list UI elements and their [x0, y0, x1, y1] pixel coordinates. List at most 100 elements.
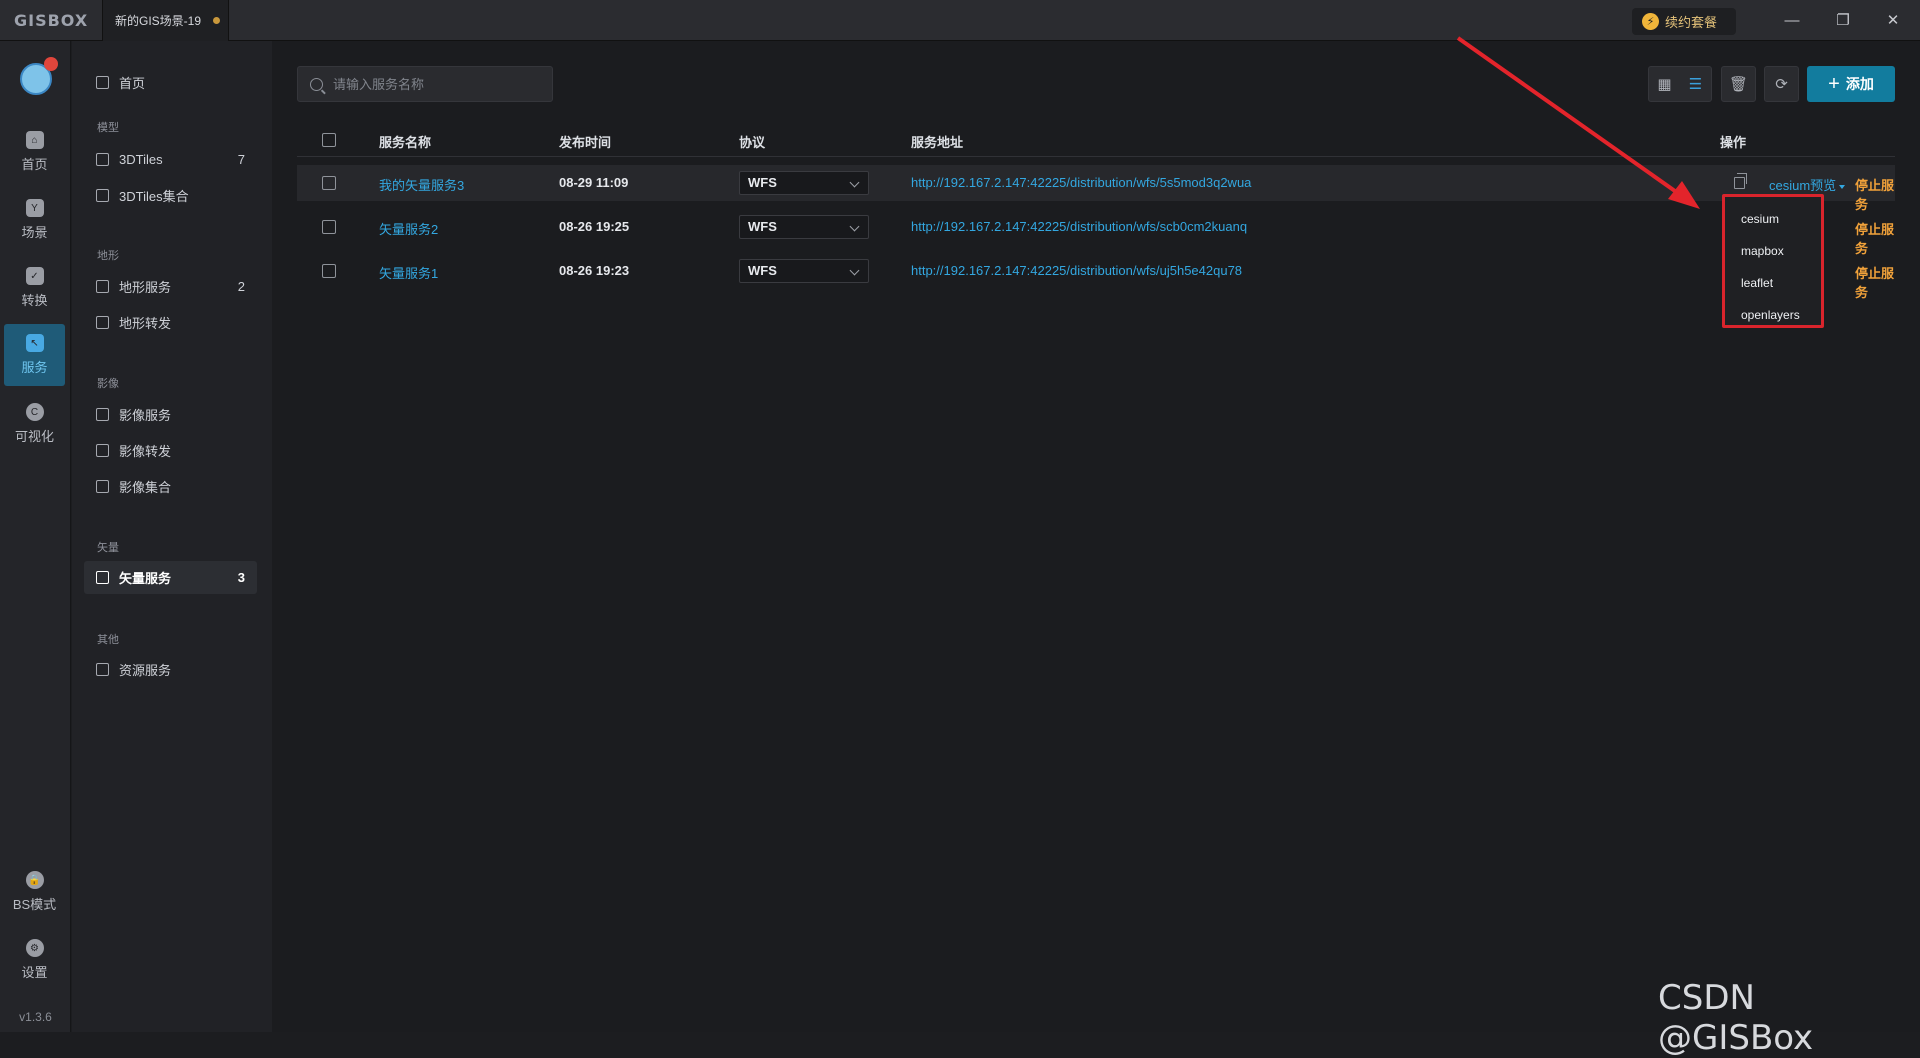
group-model: 模型	[97, 122, 119, 134]
caret-down-icon	[1839, 184, 1846, 189]
stop-service-button[interactable]: 停止服务	[1855, 219, 1895, 257]
sidebar-item-terrain-service[interactable]: 地形服务 2	[84, 270, 257, 303]
table-header: 服务名称 发布时间 协议 服务地址 操作	[297, 123, 1895, 157]
rail-item-bs-mode[interactable]: 🔒 BS模式	[4, 861, 65, 923]
sidebar-item-3dtiles-set[interactable]: 3DTiles集合	[84, 179, 257, 212]
protocol-select[interactable]: WFS	[739, 215, 869, 239]
header-time: 发布时间	[559, 135, 612, 150]
renew-button[interactable]: ⚡ 续约套餐	[1632, 8, 1736, 35]
terrain-forward-icon	[96, 316, 109, 329]
sidebar-item-resource-service[interactable]: 资源服务	[84, 653, 257, 686]
row-checkbox[interactable]	[322, 220, 336, 234]
gear-icon: ⚙	[25, 939, 44, 957]
service-name-link[interactable]: 矢量服务2	[379, 219, 438, 238]
sidebar-item-label: 影像转发	[119, 444, 172, 459]
main-panel: ▦ ☰ 🗑 ⟳ + 添加 服务名称 发布时间 协议 服务地址 操作 我的矢量服务…	[272, 41, 1920, 1032]
renew-label: 续约套餐	[1665, 15, 1718, 30]
table-row: 矢量服务2 08-26 19:25 WFS http://192.167.2.1…	[297, 209, 1895, 256]
service-url-link[interactable]: http://192.167.2.147:42225/distribution/…	[911, 263, 1242, 278]
publish-time: 08-26 19:23	[559, 263, 630, 278]
stop-service-button[interactable]: 停止服务	[1855, 175, 1895, 213]
avatar[interactable]	[20, 57, 58, 95]
bolt-icon: ⚡	[1642, 13, 1659, 30]
menu-item-cesium[interactable]: cesium	[1725, 203, 1821, 235]
version-label: v1.3.6	[19, 1010, 52, 1024]
trash-icon[interactable]: 🗑	[1722, 67, 1755, 101]
service-name-link[interactable]: 矢量服务1	[379, 263, 438, 282]
copy-icon[interactable]	[1734, 173, 1747, 189]
refresh-icon[interactable]: ⟳	[1765, 67, 1798, 101]
preview-label: cesium预览	[1769, 178, 1837, 193]
title-bar: GISBOX 新的GIS场景-19 ⚡ 续约套餐 — ❐ ✕	[0, 0, 1920, 41]
protocol-select[interactable]: WFS	[739, 171, 869, 195]
header-url: 服务地址	[911, 135, 964, 150]
scene-tab[interactable]: 新的GIS场景-19	[102, 0, 229, 41]
rail-label: BS模式	[12, 897, 57, 912]
sidebar-item-label: 3DTiles	[119, 152, 163, 167]
list-view-icon[interactable]: ☰	[1680, 67, 1711, 101]
terrain-icon	[96, 280, 109, 293]
scene-icon: Y	[25, 199, 44, 217]
protocol-select[interactable]: WFS	[739, 259, 869, 283]
rail-label: 设置	[21, 965, 48, 980]
app-logo: GISBOX	[14, 11, 89, 30]
sidebar-item-label: 矢量服务	[119, 571, 172, 586]
rail-item-visualize[interactable]: C 可视化	[4, 393, 65, 455]
home-icon	[96, 76, 109, 89]
scene-tab-label: 新的GIS场景-19	[115, 14, 202, 28]
add-label: 添加	[1845, 76, 1874, 92]
sidebar-item-vector-service[interactable]: 矢量服务 3	[84, 561, 257, 594]
vector-icon	[96, 571, 109, 584]
rail-label: 服务	[21, 360, 48, 375]
sidebar-item-label: 地形转发	[119, 316, 172, 331]
service-name-link[interactable]: 我的矢量服务3	[379, 175, 464, 194]
rail-item-scene[interactable]: Y 场景	[4, 189, 65, 251]
table-row: 矢量服务1 08-26 19:23 WFS http://192.167.2.1…	[297, 253, 1895, 300]
select-all-checkbox[interactable]	[322, 133, 336, 147]
sidebar-item-label: 地形服务	[119, 280, 172, 295]
count-badge: 2	[237, 279, 245, 294]
rail-label: 首页	[21, 157, 48, 172]
menu-item-openlayers[interactable]: openlayers	[1725, 299, 1821, 331]
sidebar-item-label: 3DTiles集合	[119, 189, 189, 204]
chevron-down-icon	[849, 177, 860, 188]
search-icon	[310, 77, 323, 91]
imagery-forward-icon	[96, 444, 109, 457]
lock-icon: 🔒	[25, 871, 44, 889]
header-ops: 操作	[1720, 135, 1747, 150]
rail-item-service[interactable]: ↖ 服务	[4, 324, 65, 386]
rail-item-home[interactable]: ⌂ 首页	[4, 121, 65, 183]
sidebar-item-imagery-forward[interactable]: 影像转发	[84, 434, 257, 467]
search-input[interactable]	[333, 76, 543, 92]
rail-label: 转换	[21, 293, 48, 308]
menu-item-leaflet[interactable]: leaflet	[1725, 267, 1821, 299]
search-box[interactable]	[297, 66, 553, 102]
count-badge: 3	[237, 570, 245, 585]
refresh-group: ⟳	[1764, 66, 1799, 102]
watermark: CSDN @GISBox	[1658, 978, 1814, 1058]
close-icon[interactable]: ✕	[1880, 8, 1906, 32]
sidebar-item-terrain-forward[interactable]: 地形转发	[84, 306, 257, 339]
rail-item-settings[interactable]: ⚙ 设置	[4, 929, 65, 991]
rail-item-convert[interactable]: ✓ 转换	[4, 257, 65, 319]
sidebar-item-imagery-set[interactable]: 影像集合	[84, 470, 257, 503]
tiles-icon	[96, 153, 109, 166]
service-url-link[interactable]: http://192.167.2.147:42225/distribution/…	[911, 175, 1251, 190]
add-button[interactable]: + 添加	[1807, 66, 1895, 102]
row-checkbox[interactable]	[322, 264, 336, 278]
protocol-value: WFS	[748, 219, 777, 234]
service-url-link[interactable]: http://192.167.2.147:42225/distribution/…	[911, 219, 1247, 234]
preview-dropdown[interactable]: cesium预览	[1769, 175, 1846, 194]
sidebar-item-3dtiles[interactable]: 3DTiles 7	[84, 143, 257, 176]
grid-view-icon[interactable]: ▦	[1649, 67, 1680, 101]
left-rail: ⌂ 首页 Y 场景 ✓ 转换 ↖ 服务 C 可视化 🔒 BS模式 ⚙ 设置 v1…	[0, 41, 71, 1032]
table-row: 我的矢量服务3 08-29 11:09 WFS http://192.167.2…	[297, 165, 1895, 212]
sidebar-item-home[interactable]: 首页	[84, 66, 257, 99]
menu-item-mapbox[interactable]: mapbox	[1725, 235, 1821, 267]
row-checkbox[interactable]	[322, 176, 336, 190]
sidebar-item-imagery-service[interactable]: 影像服务	[84, 398, 257, 431]
minimize-icon[interactable]: —	[1779, 8, 1805, 32]
imagery-icon	[96, 408, 109, 421]
stop-service-button[interactable]: 停止服务	[1855, 263, 1895, 301]
restore-icon[interactable]: ❐	[1830, 8, 1856, 32]
